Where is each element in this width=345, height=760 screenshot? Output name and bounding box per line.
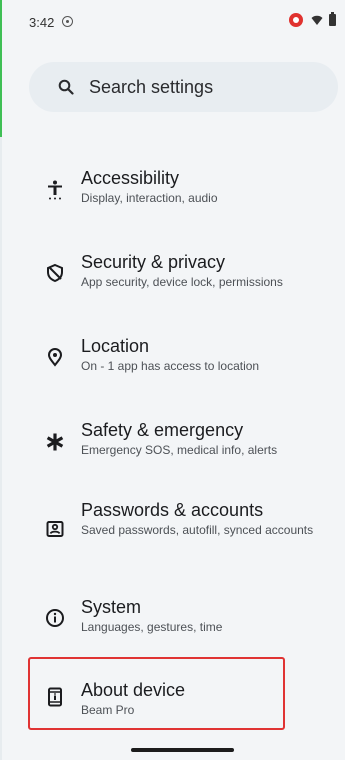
highlight-box [28,657,285,730]
battery-icon [329,12,336,26]
accessibility-icon [48,180,62,200]
settings-item-title: Safety & emergency [81,420,244,440]
settings-item-title: Accessibility [81,168,180,188]
screen-record-icon [62,16,73,27]
settings-item-subtitle: Languages, gestures, time [81,620,223,634]
info-icon [46,609,64,627]
settings-item-title: System [81,597,142,617]
settings-item-subtitle: Saved passwords, autofill, synced accoun… [81,523,314,537]
account-box-icon [46,521,64,537]
settings-item-system[interactable]: System Languages, gestures, time [29,596,334,642]
status-bar: 3:42 [0,0,345,40]
settings-item-safety-emergency[interactable]: Safety & emergency Emergency SOS, medica… [29,419,334,465]
shield-icon [47,263,63,283]
gesture-navigation-bar[interactable] [131,748,234,752]
settings-item-title: Passwords & accounts [81,500,264,520]
asterisk-icon [46,433,64,451]
wifi-icon [311,15,323,25]
location-pin-icon [47,348,63,367]
left-edge [0,0,2,760]
settings-item-passwords-accounts[interactable]: Passwords & accounts Saved passwords, au… [29,499,334,561]
notification-badge-icon [289,13,303,27]
settings-item-security-privacy[interactable]: Security & privacy App security, device … [29,251,334,297]
settings-item-title: Location [81,336,150,356]
search-placeholder: Search settings [89,76,214,97]
status-time: 3:42 [29,15,55,30]
settings-item-subtitle: Display, interaction, audio [81,191,218,205]
settings-item-subtitle: Emergency SOS, medical info, alerts [81,443,278,457]
search-bar[interactable]: Search settings [29,62,338,112]
settings-item-subtitle: On - 1 app has access to location [81,359,260,373]
settings-item-location[interactable]: Location On - 1 app has access to locati… [29,335,334,381]
search-icon [58,79,74,95]
settings-item-accessibility[interactable]: Accessibility Display, interaction, audi… [29,167,334,213]
settings-item-subtitle: App security, device lock, permissions [81,275,283,289]
settings-item-title: Security & privacy [81,252,226,272]
